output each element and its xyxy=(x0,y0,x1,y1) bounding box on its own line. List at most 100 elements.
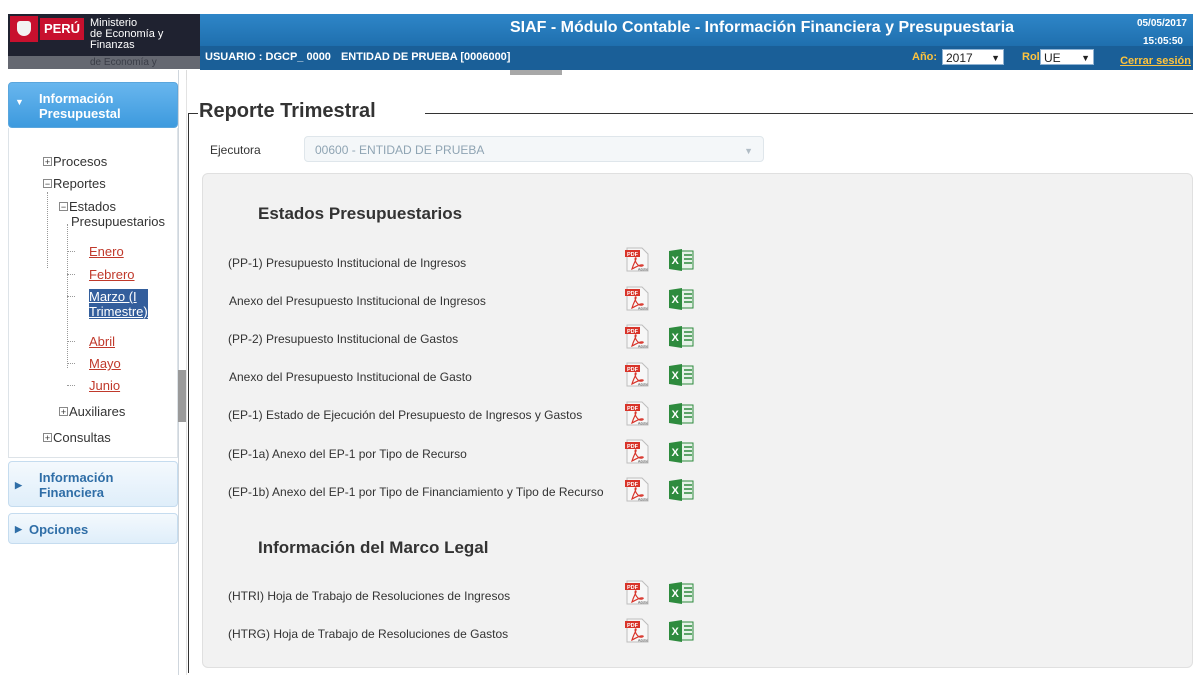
pdf-download-icon[interactable]: PDF Adobe xyxy=(624,324,650,349)
svg-text:X: X xyxy=(672,332,680,344)
tree-link-marzo-line2: Trimestre) xyxy=(89,304,148,319)
rol-select[interactable]: UE ▼ xyxy=(1040,49,1094,65)
report-label: Anexo del Presupuesto Institucional de I… xyxy=(229,294,486,308)
tree-connector xyxy=(67,363,75,364)
report-label: (HTRI) Hoja de Trabajo de Resoluciones d… xyxy=(228,589,511,603)
ministry-line-2: de Economía y Finanzas xyxy=(90,28,164,51)
svg-text:Adobe: Adobe xyxy=(638,639,648,643)
tree-label-reportes: Reportes xyxy=(53,176,106,191)
accordion-informacion-financiera[interactable]: ▶ Información Financiera xyxy=(8,461,178,507)
excel-download-icon[interactable]: X xyxy=(668,619,694,643)
app-header: PERÚ Ministerio de Economía y Finanzas d… xyxy=(0,0,1193,70)
excel-download-icon[interactable]: X xyxy=(668,287,694,311)
tree-connector xyxy=(47,192,48,268)
header-collapse-handle[interactable] xyxy=(510,70,562,75)
excel-download-icon[interactable]: X xyxy=(668,478,694,502)
pdf-download-icon[interactable]: PDF Adobe xyxy=(624,286,650,311)
user-info: USUARIO : DGCP_ 0000 ENTIDAD DE PRUEBA [0… xyxy=(205,51,510,63)
svg-text:PDF: PDF xyxy=(627,406,639,412)
excel-download-icon[interactable]: X xyxy=(668,363,694,387)
tree-label-consultas: Consultas xyxy=(53,430,111,445)
tree-link-mayo[interactable]: Mayo xyxy=(89,356,121,371)
year-select[interactable]: 2017 ▼ xyxy=(942,49,1004,65)
accordion-label: Información Presupuestal xyxy=(39,91,121,121)
ejecutora-select[interactable]: 00600 - ENTIDAD DE PRUEBA ▼ xyxy=(304,136,764,162)
accordion-label: Opciones xyxy=(29,522,89,537)
tree-connector xyxy=(67,341,75,342)
page-title: Reporte Trimestral xyxy=(199,100,376,122)
user-bar: USUARIO : DGCP_ 0000 ENTIDAD DE PRUEBA [0… xyxy=(200,46,1193,70)
accordion-informacion-presupuestal[interactable]: ▼ Información Presupuestal xyxy=(8,82,178,128)
tree-item-reportes[interactable]: − Reportes xyxy=(43,176,106,191)
tree-link-marzo-line1: Marzo (I xyxy=(89,289,137,304)
tree-link-marzo-selected[interactable]: Marzo (I Trimestre) xyxy=(89,289,148,319)
app-title: SIAF - Módulo Contable - Información Fin… xyxy=(510,19,1015,36)
accordion-label: Información Financiera xyxy=(39,470,113,500)
tree-connector xyxy=(67,296,75,297)
tree-link-enero[interactable]: Enero xyxy=(89,244,124,259)
sidebar-scrollbar-thumb[interactable] xyxy=(178,370,186,422)
collapse-minus-icon[interactable]: − xyxy=(43,179,52,189)
tree-item-estados-presupuestarios[interactable]: − Estados Presupuestarios xyxy=(59,199,165,229)
svg-text:X: X xyxy=(672,485,680,497)
svg-text:X: X xyxy=(672,626,680,638)
report-label: (EP-1a) Anexo del EP-1 por Tipo de Recur… xyxy=(228,447,467,461)
ejecutora-value: 00600 - ENTIDAD DE PRUEBA xyxy=(315,143,485,157)
tree-item-consultas[interactable]: + Consultas xyxy=(43,430,111,445)
logout-link[interactable]: Cerrar sesión xyxy=(1120,55,1191,67)
ejecutora-label: Ejecutora xyxy=(210,143,261,157)
tree-connector xyxy=(67,274,75,275)
collapse-minus-icon[interactable]: − xyxy=(59,202,68,212)
pdf-download-icon[interactable]: PDF Adobe xyxy=(624,439,650,464)
pdf-download-icon[interactable]: PDF Adobe xyxy=(624,401,650,426)
tree-link-abril[interactable]: Abril xyxy=(89,334,115,349)
report-label: (HTRG) Hoja de Trabajo de Resoluciones d… xyxy=(228,627,509,641)
excel-download-icon[interactable]: X xyxy=(668,402,694,426)
fieldset-border xyxy=(425,113,1193,114)
excel-download-icon[interactable]: X xyxy=(668,581,694,605)
report-label: (EP-1) Estado de Ejecución del Presupues… xyxy=(228,408,583,422)
accordion-opciones[interactable]: ▶ Opciones xyxy=(8,513,178,544)
excel-download-icon[interactable]: X xyxy=(668,440,694,464)
svg-text:X: X xyxy=(672,294,680,306)
tree-label-estados-line2: Presupuestarios xyxy=(71,214,165,229)
expand-plus-icon[interactable]: + xyxy=(43,157,52,167)
sidebar: ▼ Información Presupuestal + Procesos − Re… xyxy=(8,70,179,675)
svg-text:Adobe: Adobe xyxy=(638,460,648,464)
excel-download-icon[interactable]: X xyxy=(668,248,694,272)
tree-link-junio[interactable]: Junio xyxy=(89,378,120,393)
tree-link-febrero[interactable]: Febrero xyxy=(89,267,135,282)
expand-plus-icon[interactable]: + xyxy=(59,407,68,417)
svg-text:PDF: PDF xyxy=(627,329,639,335)
expand-plus-icon[interactable]: + xyxy=(43,433,52,443)
pdf-download-icon[interactable]: PDF Adobe xyxy=(624,618,650,643)
section-title-marco-legal: Información del Marco Legal xyxy=(258,538,489,557)
pdf-download-icon[interactable]: PDF Adobe xyxy=(624,477,650,502)
svg-text:PDF: PDF xyxy=(627,585,639,591)
report-label: (PP-1) Presupuesto Institucional de Ingr… xyxy=(228,256,467,270)
accordion-body-presupuestal: + Procesos − Reportes − Estados Presupuestar… xyxy=(8,128,178,458)
ministry-logo: PERÚ Ministerio de Economía y Finanzas d… xyxy=(8,14,200,69)
accordion-label-line1: Información xyxy=(39,91,114,106)
excel-download-icon[interactable]: X xyxy=(668,325,694,349)
chevron-right-icon: ▶ xyxy=(15,524,22,534)
tree-item-auxiliares[interactable]: + Auxiliares xyxy=(59,404,125,419)
pdf-download-icon[interactable]: PDF Adobe xyxy=(624,362,650,387)
tree-item-procesos[interactable]: + Procesos xyxy=(43,154,107,169)
entity-name: ENTIDAD DE PRUEBA [0006000] xyxy=(340,51,511,63)
pdf-download-icon[interactable]: PDF Adobe xyxy=(624,247,650,272)
svg-text:Adobe: Adobe xyxy=(638,268,648,272)
fieldset-border xyxy=(188,113,189,673)
tree-label-estados-line1: Estados xyxy=(69,199,116,214)
svg-text:X: X xyxy=(672,588,680,600)
user-name: USUARIO : DGCP_ 0000 xyxy=(205,51,331,63)
rol-value: UE xyxy=(1044,51,1061,65)
svg-text:Adobe: Adobe xyxy=(638,383,648,387)
year-caret-icon: ▼ xyxy=(991,53,1000,63)
svg-text:Adobe: Adobe xyxy=(638,345,648,349)
svg-text:X: X xyxy=(672,447,680,459)
pdf-download-icon[interactable]: PDF Adobe xyxy=(624,580,650,605)
svg-text:PDF: PDF xyxy=(627,367,639,373)
chevron-right-icon: ▶ xyxy=(15,480,22,490)
svg-text:Adobe: Adobe xyxy=(638,498,648,502)
